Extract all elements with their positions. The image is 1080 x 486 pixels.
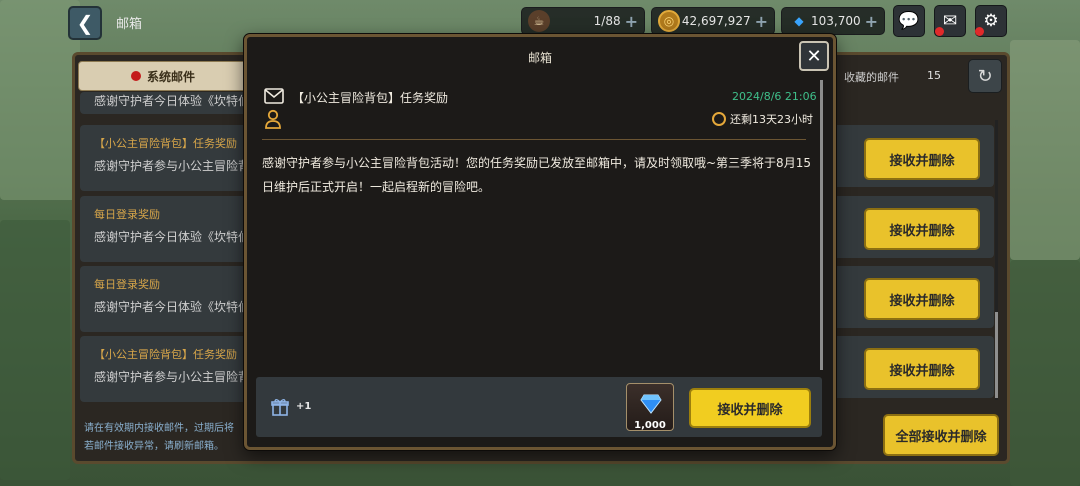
collected-label: 收藏的邮件 bbox=[844, 71, 899, 84]
coffee-icon: ☕ bbox=[528, 10, 550, 32]
hint-text: 若邮件接收异常，请刷新邮箱。 bbox=[84, 441, 224, 452]
mail-title: 【小公主冒险背包】任务奖励 bbox=[94, 137, 237, 150]
mail-title: 每日登录奖励 bbox=[94, 278, 160, 291]
list-scroll-thumb[interactable] bbox=[995, 312, 998, 398]
mail-title: 【小公主冒险背包】任务奖励 bbox=[94, 348, 237, 361]
modal-claim-and-delete-button[interactable]: 接收并删除 bbox=[689, 388, 811, 428]
add-stamina-button[interactable]: + bbox=[625, 12, 638, 31]
background-block bbox=[1010, 260, 1080, 486]
page-title: 邮箱 bbox=[116, 17, 143, 32]
gold-counter: ◎ 42,697,927 + bbox=[651, 7, 775, 35]
stamina-value: 1/88 bbox=[593, 14, 621, 28]
background-block bbox=[0, 220, 70, 480]
mail-icon: ✉ bbox=[942, 11, 958, 31]
background-block bbox=[1010, 40, 1080, 260]
add-gem-button[interactable]: + bbox=[865, 12, 878, 31]
divider bbox=[262, 139, 806, 140]
stamina-counter: ☕ 1/88 + bbox=[521, 7, 645, 35]
claim-all-button[interactable]: 全部接收并删除 bbox=[883, 414, 999, 456]
clock-icon bbox=[712, 112, 726, 126]
modal-title: 邮箱 bbox=[527, 51, 552, 65]
mail-body: 感谢守护者参与小公主冒险背包活动！您的任务奖励已发放至邮箱中，请及时领取哦~第三… bbox=[262, 156, 811, 194]
gem-icon: ◆ bbox=[794, 14, 804, 28]
gem-counter: ◆ 103,700 + bbox=[781, 7, 885, 35]
chat-button[interactable]: 💬 bbox=[893, 5, 925, 37]
gem-icon bbox=[640, 394, 662, 414]
refresh-icon: ↻ bbox=[977, 65, 993, 87]
settings-notification-dot bbox=[975, 27, 984, 36]
claim-and-delete-button[interactable]: 接收并删除 bbox=[864, 208, 980, 250]
expire-text: 还剩13天23小时 bbox=[730, 113, 813, 126]
modal-scroll-thumb[interactable] bbox=[820, 80, 823, 370]
coin-icon: ◎ bbox=[658, 10, 680, 32]
gift-icon bbox=[271, 399, 289, 416]
mail-title: 每日登录奖励 bbox=[94, 208, 160, 221]
modal-scrollbar[interactable] bbox=[820, 80, 823, 370]
close-icon: ✕ bbox=[806, 45, 822, 67]
collected-count: 15 bbox=[927, 69, 941, 82]
back-button[interactable]: ❮ bbox=[68, 6, 102, 40]
expire-time: 还剩13天23小时 bbox=[712, 111, 813, 127]
gold-value: 42,697,927 bbox=[681, 14, 751, 28]
chat-icon: 💬 bbox=[898, 11, 920, 31]
mail-desc: 感谢守护者参与小公主冒险背 bbox=[94, 159, 251, 173]
envelope-icon bbox=[264, 88, 284, 104]
claim-and-delete-button[interactable]: 接收并删除 bbox=[864, 138, 980, 180]
add-gold-button[interactable]: + bbox=[755, 12, 768, 31]
mail-subject: 【小公主冒险背包】任务奖励 bbox=[292, 91, 449, 105]
gem-value: 103,700 bbox=[810, 14, 861, 28]
chevron-left-icon: ❮ bbox=[76, 11, 94, 35]
mail-desc: 感谢守护者参与小公主冒险背 bbox=[94, 370, 251, 384]
mail-desc: 感谢守护者今日体验《坎特伯 bbox=[94, 300, 251, 314]
notification-dot bbox=[130, 71, 141, 81]
mail-notification-dot bbox=[935, 27, 944, 36]
mail-desc: 感谢守护者今日体验《坎特伯 bbox=[94, 230, 251, 244]
mail-date: 2024/8/6 21:06 bbox=[732, 90, 817, 103]
close-button[interactable]: ✕ bbox=[799, 41, 829, 71]
claim-and-delete-button[interactable]: 接收并删除 bbox=[864, 278, 980, 320]
gift-count: +1 bbox=[296, 401, 312, 412]
reward-item-count: 1,000 bbox=[634, 420, 666, 431]
sender-icon bbox=[265, 109, 281, 129]
claim-and-delete-button[interactable]: 接收并删除 bbox=[864, 348, 980, 390]
hint-text: 请在有效期内接收邮件，过期后将 bbox=[84, 423, 234, 434]
gear-icon: ⚙ bbox=[983, 11, 999, 31]
tab-label: 系统邮件 bbox=[146, 69, 195, 84]
mail-desc: 感谢守护者今日体验《坎特伯 bbox=[94, 94, 251, 108]
